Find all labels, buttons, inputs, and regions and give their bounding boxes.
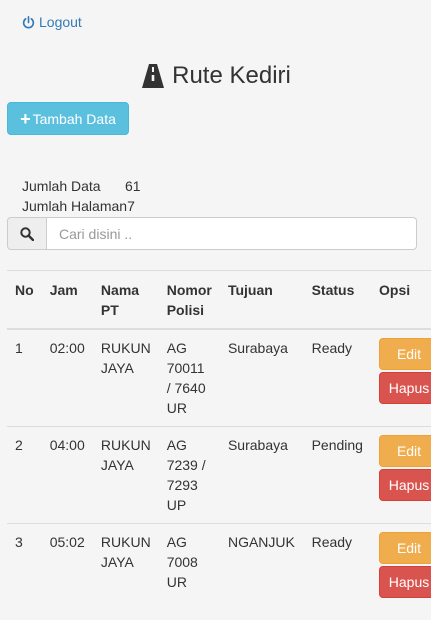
column-header: Nama PT bbox=[93, 271, 159, 330]
delete-button[interactable]: Hapus bbox=[379, 566, 431, 598]
road-icon bbox=[140, 63, 166, 89]
column-header: No bbox=[7, 271, 42, 330]
cell-no: 3 bbox=[7, 524, 42, 620]
column-header: Tujuan bbox=[220, 271, 304, 330]
cell-jam: 05:02 bbox=[42, 524, 93, 620]
edit-button[interactable]: Edit bbox=[379, 435, 431, 467]
edit-button[interactable]: Edit bbox=[379, 338, 431, 370]
table-row: 3 05:02 RUKUN JAYA AG 7008 UR NGANJUK Re… bbox=[7, 524, 431, 620]
column-header: Opsi bbox=[371, 271, 431, 330]
cell-tujuan: Surabaya bbox=[220, 329, 304, 427]
plus-icon: + bbox=[20, 110, 31, 128]
cell-opsi: Edit Hapus bbox=[371, 427, 431, 524]
search-group bbox=[7, 217, 417, 250]
search-icon[interactable] bbox=[7, 217, 47, 250]
delete-button[interactable]: Hapus bbox=[379, 469, 431, 501]
cell-opsi: Edit Hapus bbox=[371, 329, 431, 427]
route-table: No Jam Nama PT Nomor Polisi Tujuan Statu… bbox=[7, 270, 431, 620]
logout-link[interactable]: Logout bbox=[22, 14, 82, 30]
table-header-row: No Jam Nama PT Nomor Polisi Tujuan Statu… bbox=[7, 271, 431, 330]
cell-pt: RUKUN JAYA bbox=[93, 427, 159, 524]
logout-label: Logout bbox=[39, 14, 82, 30]
total-data-value: 61 bbox=[125, 178, 141, 194]
cell-opsi: Edit Hapus bbox=[371, 524, 431, 620]
cell-jam: 04:00 bbox=[42, 427, 93, 524]
total-data-label: Jumlah Data bbox=[22, 178, 125, 194]
cell-polisi: AG 7008 UR bbox=[159, 524, 220, 620]
column-header: Nomor Polisi bbox=[159, 271, 220, 330]
delete-button[interactable]: Hapus bbox=[379, 372, 431, 404]
total-pages-value: 7 bbox=[127, 198, 135, 214]
edit-button[interactable]: Edit bbox=[379, 532, 431, 564]
total-pages-info: Jumlah Halaman7 bbox=[22, 198, 135, 214]
cell-no: 2 bbox=[7, 427, 42, 524]
cell-status: Pending bbox=[304, 427, 371, 524]
add-data-button[interactable]: + Tambah Data bbox=[7, 102, 129, 135]
table-row: 2 04:00 RUKUN JAYA AG 7239 / 7293 UP Sur… bbox=[7, 427, 431, 524]
add-data-label: Tambah Data bbox=[33, 111, 116, 127]
cell-status: Ready bbox=[304, 524, 371, 620]
cell-no: 1 bbox=[7, 329, 42, 427]
page-title: Rute Kediri bbox=[0, 62, 431, 90]
cell-pt: RUKUN JAYA bbox=[93, 329, 159, 427]
column-header: Status bbox=[304, 271, 371, 330]
total-data-info: Jumlah Data61 bbox=[22, 178, 141, 194]
cell-pt: RUKUN JAYA bbox=[93, 524, 159, 620]
search-input[interactable] bbox=[47, 217, 417, 250]
power-icon bbox=[22, 16, 35, 29]
total-pages-label: Jumlah Halaman bbox=[22, 198, 127, 214]
cell-jam: 02:00 bbox=[42, 329, 93, 427]
cell-polisi: AG 70011 / 7640 UR bbox=[159, 329, 220, 427]
page-title-text: Rute Kediri bbox=[172, 62, 291, 90]
column-header: Jam bbox=[42, 271, 93, 330]
cell-polisi: AG 7239 / 7293 UP bbox=[159, 427, 220, 524]
cell-tujuan: Surabaya bbox=[220, 427, 304, 524]
table-row: 1 02:00 RUKUN JAYA AG 70011 / 7640 UR Su… bbox=[7, 329, 431, 427]
cell-status: Ready bbox=[304, 329, 371, 427]
cell-tujuan: NGANJUK bbox=[220, 524, 304, 620]
